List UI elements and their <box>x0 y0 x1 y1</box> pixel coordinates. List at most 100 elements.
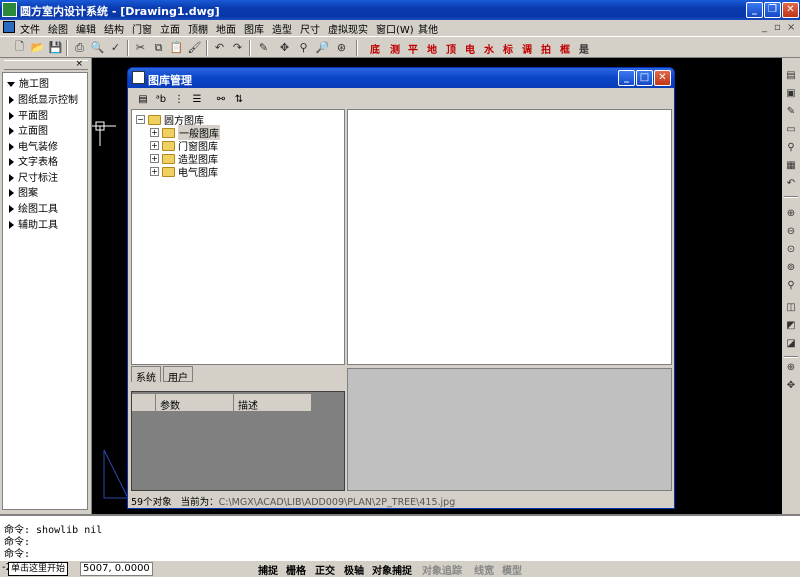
rename-icon[interactable]: ᵃb <box>154 92 168 106</box>
pencil-icon[interactable]: ✎ <box>256 40 271 55</box>
menu-draw[interactable]: 绘图 <box>48 21 68 36</box>
menu-ceiling[interactable]: 顶棚 <box>188 21 208 36</box>
tool-electric[interactable]: 电 <box>465 41 475 56</box>
expand-icon[interactable]: + <box>150 154 159 163</box>
expand-icon[interactable]: + <box>150 128 159 137</box>
nav-item-pattern[interactable]: 图案 <box>9 184 38 199</box>
maximize-button[interactable]: ❐ <box>764 2 781 18</box>
menu-virtual-reality[interactable]: 虚拟现实 <box>328 21 368 36</box>
toggle-grid[interactable]: 栅格 <box>284 562 308 577</box>
undo-icon[interactable]: ↶ <box>212 40 227 55</box>
tool-floor[interactable]: 地 <box>427 41 437 56</box>
mdi-minimize-icon[interactable]: _ <box>762 22 767 33</box>
menu-other[interactable]: 其他 <box>418 21 438 36</box>
nav-item-display-control[interactable]: 图纸显示控制 <box>9 91 78 106</box>
dialog-maximize-button[interactable]: □ <box>636 70 653 86</box>
tool-ceiling[interactable]: 顶 <box>446 41 456 56</box>
menu-structure[interactable]: 结构 <box>104 21 124 36</box>
mdi-close-icon[interactable]: × <box>787 22 795 33</box>
start-tooltip[interactable]: 单击这里开始 <box>8 562 69 576</box>
zoom-realtime-small-icon[interactable]: ⚲ <box>784 278 798 292</box>
toggle-snap[interactable]: 捕捉 <box>256 562 280 577</box>
grid-icon[interactable]: ▦ <box>784 158 798 172</box>
dialog-close-button[interactable]: ✕ <box>654 70 671 86</box>
design-center-icon[interactable]: ▣ <box>784 86 798 100</box>
tool-plan[interactable]: 平 <box>408 41 418 56</box>
match-properties-icon[interactable]: 🖌 <box>187 40 202 55</box>
tree-view-icon[interactable]: ⋮ <box>172 92 186 106</box>
nav-item-electrical[interactable]: 电气装修 <box>9 138 58 153</box>
dialog-titlebar[interactable]: 图库管理 _ □ ✕ <box>128 68 674 88</box>
menu-doors-windows[interactable]: 门窗 <box>132 21 152 36</box>
layer-icon[interactable]: ▭ <box>784 122 798 136</box>
inspect-icon[interactable]: ⚲ <box>784 140 798 154</box>
nav-item-draw-tools[interactable]: 绘图工具 <box>9 200 58 215</box>
menu-window[interactable]: 窗口(W) <box>376 21 414 36</box>
copy-icon[interactable]: ⧉ <box>151 40 166 55</box>
toggle-ortho[interactable]: 正交 <box>313 562 337 577</box>
expand-icon[interactable]: + <box>150 141 159 150</box>
tree-node-electric[interactable]: + 电气图库 <box>150 164 218 179</box>
tab-system[interactable]: 系统 <box>131 366 161 384</box>
print-icon[interactable]: ⎙ <box>72 40 87 55</box>
panel-close-icon[interactable]: × <box>75 59 83 69</box>
menu-elevation[interactable]: 立面 <box>160 21 180 36</box>
close-button[interactable]: ✕ <box>782 2 799 18</box>
toggle-otrack[interactable]: 对象追踪 <box>420 562 464 577</box>
pan-small-icon[interactable]: ✥ <box>784 378 798 392</box>
menu-library[interactable]: 图库 <box>244 21 264 36</box>
zoom-all-icon[interactable]: ⊙ <box>784 242 798 256</box>
spellcheck-icon[interactable]: ✓ <box>108 40 123 55</box>
tool-measure[interactable]: 测 <box>390 41 400 56</box>
dialog-minimize-button[interactable]: _ <box>618 70 635 86</box>
command-window[interactable]: 命令: showlib nil 命令: 命令: <box>0 514 800 560</box>
tool-adjust[interactable]: 调 <box>522 41 532 56</box>
zoom-in-icon[interactable]: ⊕ <box>784 206 798 220</box>
tool-misc[interactable]: 是 <box>579 41 589 56</box>
new-icon[interactable]: 🗋 <box>12 40 27 55</box>
list-view-icon[interactable]: ☰ <box>190 92 204 106</box>
menu-file[interactable]: 文件 <box>20 21 40 36</box>
toggle-model[interactable]: 模型 <box>500 562 524 577</box>
tool-base[interactable]: 底 <box>370 41 380 56</box>
zoom-extents-icon[interactable]: ⊚ <box>784 260 798 274</box>
menu-modeling[interactable]: 造型 <box>272 21 292 36</box>
view-icon[interactable]: ◫ <box>784 300 798 314</box>
zoom-window-small-icon[interactable]: ⊕ <box>784 360 798 374</box>
nav-item-floor-plan[interactable]: 平面图 <box>9 107 48 122</box>
expand-icon[interactable]: + <box>150 167 159 176</box>
tool-annotate[interactable]: 标 <box>503 41 513 56</box>
tab-user[interactable]: 用户 <box>163 366 193 384</box>
properties-icon[interactable]: ▤ <box>784 68 798 82</box>
zoom-out-icon[interactable]: ⊖ <box>784 224 798 238</box>
paste-icon[interactable]: 📋 <box>169 40 184 55</box>
mdi-restore-icon[interactable]: ▫ <box>774 22 781 33</box>
cut-icon[interactable]: ✂ <box>133 40 148 55</box>
grid-header-desc[interactable]: 描述 <box>234 394 312 412</box>
undo-small-icon[interactable]: ↶ <box>784 176 798 190</box>
search-icon[interactable]: ⚯ <box>214 92 228 106</box>
minimize-button[interactable]: _ <box>746 2 763 18</box>
edit-icon[interactable]: ✎ <box>784 104 798 118</box>
open-icon[interactable]: 📂 <box>30 40 45 55</box>
nav-item-aux-tools[interactable]: 辅助工具 <box>9 216 58 231</box>
command-line-3[interactable]: 命令: <box>4 545 30 560</box>
nav-item-dimension[interactable]: 尺寸标注 <box>9 169 58 184</box>
zoom-window-icon[interactable]: 🔎 <box>315 40 330 55</box>
redo-icon[interactable]: ↷ <box>230 40 245 55</box>
menu-edit[interactable]: 编辑 <box>76 21 96 36</box>
nav-item-construction[interactable]: 施工图 <box>7 75 49 90</box>
nav-item-elevation[interactable]: 立面图 <box>9 122 48 137</box>
collapse-icon[interactable]: − <box>136 115 145 124</box>
toggle-lineweight[interactable]: 线宽 <box>472 562 496 577</box>
properties-icon[interactable]: ▤ <box>136 92 150 106</box>
toggle-polar[interactable]: 极轴 <box>342 562 366 577</box>
save-icon[interactable]: 💾 <box>48 40 63 55</box>
toggle-osnap[interactable]: 对象捕捉 <box>370 562 414 577</box>
snap-red-icon[interactable]: ◩ <box>784 318 798 332</box>
sort-icon[interactable]: ⇅ <box>232 92 246 106</box>
zoom-previous-icon[interactable]: ⊛ <box>334 40 349 55</box>
nav-item-text-table[interactable]: 文字表格 <box>9 153 58 168</box>
tool-frame[interactable]: 框 <box>560 41 570 56</box>
zoom-realtime-icon[interactable]: ⚲ <box>296 40 311 55</box>
